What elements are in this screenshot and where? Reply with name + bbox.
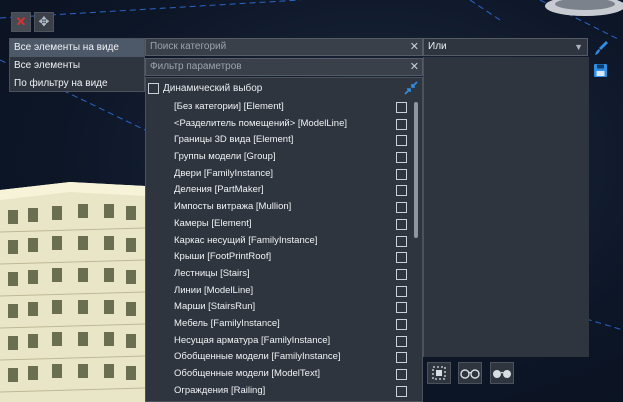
list-item[interactable]: Крыши [FootPrintRoof] (146, 249, 416, 266)
dynamic-selection-checkbox[interactable] (148, 82, 159, 94)
category-checkbox[interactable] (396, 218, 407, 230)
close-icon[interactable]: ✕ (11, 12, 31, 32)
list-item[interactable]: Каркас несущий [FamilyInstance] (146, 233, 416, 250)
category-checkbox[interactable] (396, 135, 407, 147)
list-item[interactable]: [Без категории] [Element] (146, 99, 416, 116)
category-checkbox[interactable] (396, 268, 407, 280)
parameter-filter-placeholder: Фильтр параметров (150, 61, 242, 72)
list-item[interactable]: Двери [FamilyInstance] (146, 166, 416, 183)
operator-select[interactable]: Или ▼ (423, 38, 588, 56)
category-label: Импосты витража [Mullion] (174, 201, 292, 213)
list-item[interactable]: Обобщенные модели [ModelText] (146, 366, 416, 383)
category-list: [Без категории] [Element] <Разделитель п… (146, 99, 416, 399)
category-checkbox[interactable] (396, 152, 407, 164)
dynamic-selection-toggle[interactable]: Динамический выбор (148, 81, 262, 95)
category-checkbox[interactable] (396, 235, 407, 247)
category-label: [Без категории] [Element] (174, 101, 284, 112)
save-icon[interactable] (592, 62, 609, 79)
category-list-panel: Динамический выбор [Без категории] [Elem… (145, 77, 423, 402)
brush-icon[interactable] (592, 39, 609, 56)
list-item[interactable]: Ограждения [Railing] (146, 383, 416, 400)
category-label: Обобщенные модели [FamilyInstance] (174, 351, 341, 363)
category-label: Границы 3D вида [Element] (174, 134, 294, 146)
clear-search-icon[interactable]: ✕ (410, 39, 419, 55)
operator-value: Или (428, 41, 447, 52)
list-item[interactable]: <Разделитель помещений> [ModelLine] (146, 116, 416, 133)
category-label: <Разделитель помещений> [ModelLine] (174, 117, 347, 129)
category-checkbox[interactable] (396, 369, 407, 380)
list-item[interactable]: Марши [StairsRun] (146, 299, 416, 316)
category-checkbox[interactable] (396, 335, 407, 347)
category-label: Группы модели [Group] (174, 151, 276, 163)
list-scrollbar[interactable] (414, 102, 418, 238)
category-checkbox[interactable] (396, 285, 407, 297)
list-item[interactable]: Лестницы [Stairs] (146, 266, 416, 283)
list-item[interactable]: Границы 3D вида [Element] (146, 132, 416, 149)
category-label: Деления [PartMaker] (174, 184, 264, 196)
category-label: Обобщенные модели [ModelText] (174, 368, 320, 379)
list-item[interactable]: Импосты витража [Mullion] (146, 199, 416, 216)
category-checkbox[interactable] (396, 318, 407, 330)
category-label: Камеры [Element] (174, 217, 252, 229)
category-label: Несущая арматура [FamilyInstance] (174, 334, 331, 346)
list-item[interactable]: Несущая арматура [FamilyInstance] (146, 333, 416, 350)
category-checkbox[interactable] (396, 118, 407, 130)
list-item[interactable]: Мебель [FamilyInstance] (146, 316, 416, 333)
category-label: Лестницы [Stairs] (174, 267, 250, 279)
dynamic-selection-label: Динамический выбор (163, 82, 263, 94)
parameter-filter-input[interactable]: Фильтр параметров ✕ (145, 58, 423, 76)
select-box-icon[interactable] (427, 362, 451, 384)
category-checkbox[interactable] (396, 385, 407, 397)
category-label: Крыши [FootPrintRoof] (174, 251, 272, 263)
list-item[interactable]: Обобщенные модели [FamilyInstance] (146, 349, 416, 366)
list-item[interactable]: Группы модели [Group] (146, 149, 416, 166)
category-label: Двери [FamilyInstance] (174, 167, 274, 179)
list-item[interactable]: Линии [ModelLine] (146, 283, 416, 300)
category-checkbox[interactable] (396, 352, 407, 364)
category-search-placeholder: Поиск категорий (150, 41, 227, 52)
clear-filter-icon[interactable]: ✕ (410, 59, 419, 75)
category-checkbox[interactable] (396, 102, 407, 113)
condition-panel (423, 57, 589, 357)
category-label: Каркас несущий [FamilyInstance] (174, 234, 318, 246)
mode-item-by-filter[interactable]: По фильтру на виде (10, 75, 144, 93)
category-checkbox[interactable] (396, 202, 407, 214)
sunglasses-icon[interactable] (490, 362, 514, 384)
move-icon[interactable]: ✥ (34, 12, 54, 32)
mode-item-all-in-view[interactable]: Все элементы на виде (10, 39, 144, 57)
category-label: Линии [ModelLine] (174, 284, 254, 296)
category-label: Марши [StairsRun] (174, 301, 256, 313)
list-item[interactable]: Деления [PartMaker] (146, 182, 416, 199)
category-checkbox[interactable] (396, 252, 407, 264)
category-checkbox[interactable] (396, 185, 407, 197)
category-search-input[interactable]: Поиск категорий ✕ (145, 38, 423, 56)
selection-mode-menu: Все элементы на виде Все элементы По фил… (9, 38, 145, 92)
mode-item-all[interactable]: Все элементы (10, 57, 144, 75)
glasses-icon[interactable] (458, 362, 482, 384)
category-checkbox[interactable] (396, 168, 407, 180)
collapse-icon[interactable] (404, 81, 418, 98)
category-label: Ограждения [Railing] (174, 384, 266, 396)
category-label: Мебель [FamilyInstance] (174, 317, 280, 329)
chevron-down-icon: ▼ (574, 42, 583, 52)
category-checkbox[interactable] (396, 302, 407, 314)
list-item[interactable]: Камеры [Element] (146, 216, 416, 233)
